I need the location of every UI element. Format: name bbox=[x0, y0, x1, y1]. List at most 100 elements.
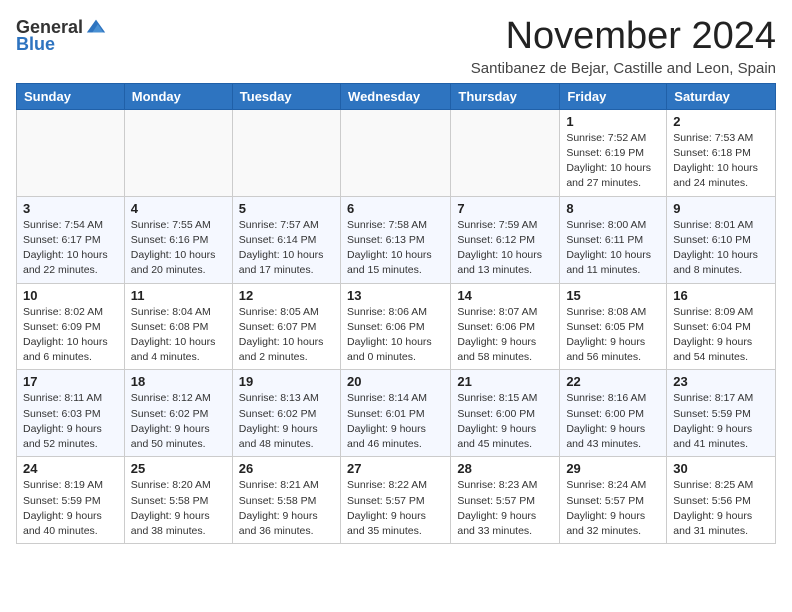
calendar-week-5: 24Sunrise: 8:19 AM Sunset: 5:59 PM Dayli… bbox=[17, 457, 776, 544]
calendar-day-cell: 27Sunrise: 8:22 AM Sunset: 5:57 PM Dayli… bbox=[341, 457, 451, 544]
day-info: Sunrise: 8:08 AM Sunset: 6:05 PM Dayligh… bbox=[566, 305, 660, 366]
day-number: 1 bbox=[566, 114, 660, 129]
title-area: November 2024 Santibanez de Bejar, Casti… bbox=[471, 16, 776, 77]
calendar-day-cell: 7Sunrise: 7:59 AM Sunset: 6:12 PM Daylig… bbox=[451, 196, 560, 283]
day-info: Sunrise: 7:57 AM Sunset: 6:14 PM Dayligh… bbox=[239, 218, 334, 279]
calendar-day-cell: 13 Sunrise: 8:06 AM Sunset: 6:06 PM Dayli… bbox=[341, 283, 451, 370]
weekday-header-wednesday: Wednesday bbox=[341, 83, 451, 109]
day-number: 10 bbox=[23, 288, 118, 303]
weekday-header-tuesday: Tuesday bbox=[232, 83, 340, 109]
weekday-header-saturday: Saturday bbox=[667, 83, 776, 109]
day-info: Sunrise: 8:25 AM Sunset: 5:56 PM Dayligh… bbox=[673, 478, 769, 539]
day-number: 17 bbox=[23, 374, 118, 389]
logo-icon bbox=[85, 16, 107, 38]
calendar-day-cell: 6 Sunrise: 7:58 AM Sunset: 6:13 PM Daylig… bbox=[341, 196, 451, 283]
day-number: 13 bbox=[347, 288, 444, 303]
calendar-day-cell: 23 Sunrise: 8:17 AM Sunset: 5:59 PM Dayli… bbox=[667, 370, 776, 457]
calendar-week-4: 17 Sunrise: 8:11 AM Sunset: 6:03 PM Dayli… bbox=[17, 370, 776, 457]
calendar-header-row: SundayMondayTuesdayWednesdayThursdayFrid… bbox=[17, 83, 776, 109]
calendar-day-cell bbox=[451, 109, 560, 196]
day-number: 30 bbox=[673, 461, 769, 476]
calendar-table: SundayMondayTuesdayWednesdayThursdayFrid… bbox=[16, 83, 776, 544]
calendar-day-cell: 29 Sunrise: 8:24 AM Sunset: 5:57 PM Dayli… bbox=[560, 457, 667, 544]
calendar-day-cell: 11 Sunrise: 8:04 AM Sunset: 6:08 PM Dayli… bbox=[124, 283, 232, 370]
calendar-day-cell: 1Sunrise: 7:52 AM Sunset: 6:19 PM Daylig… bbox=[560, 109, 667, 196]
calendar-day-cell: 24Sunrise: 8:19 AM Sunset: 5:59 PM Dayli… bbox=[17, 457, 125, 544]
calendar-day-cell: 22 Sunrise: 8:16 AM Sunset: 6:00 PM Dayli… bbox=[560, 370, 667, 457]
day-number: 22 bbox=[566, 374, 660, 389]
calendar-day-cell: 25 Sunrise: 8:20 AM Sunset: 5:58 PM Dayli… bbox=[124, 457, 232, 544]
day-info: Sunrise: 8:01 AM Sunset: 6:10 PM Dayligh… bbox=[673, 218, 769, 279]
day-info: Sunrise: 8:21 AM Sunset: 5:58 PM Dayligh… bbox=[239, 478, 334, 539]
calendar-day-cell: 3Sunrise: 7:54 AM Sunset: 6:17 PM Daylig… bbox=[17, 196, 125, 283]
calendar-day-cell: 26 Sunrise: 8:21 AM Sunset: 5:58 PM Dayli… bbox=[232, 457, 340, 544]
month-title: November 2024 bbox=[471, 16, 776, 58]
calendar-day-cell: 14 Sunrise: 8:07 AM Sunset: 6:06 PM Dayli… bbox=[451, 283, 560, 370]
calendar-day-cell: 28Sunrise: 8:23 AM Sunset: 5:57 PM Dayli… bbox=[451, 457, 560, 544]
day-number: 5 bbox=[239, 201, 334, 216]
day-info: Sunrise: 7:53 AM Sunset: 6:18 PM Dayligh… bbox=[673, 131, 769, 192]
calendar-day-cell: 17 Sunrise: 8:11 AM Sunset: 6:03 PM Dayli… bbox=[17, 370, 125, 457]
calendar-day-cell: 19Sunrise: 8:13 AM Sunset: 6:02 PM Dayli… bbox=[232, 370, 340, 457]
day-number: 23 bbox=[673, 374, 769, 389]
calendar-week-3: 10 Sunrise: 8:02 AM Sunset: 6:09 PM Dayli… bbox=[17, 283, 776, 370]
calendar-day-cell: 30 Sunrise: 8:25 AM Sunset: 5:56 PM Dayli… bbox=[667, 457, 776, 544]
day-number: 3 bbox=[23, 201, 118, 216]
calendar-day-cell: 21 Sunrise: 8:15 AM Sunset: 6:00 PM Dayli… bbox=[451, 370, 560, 457]
day-number: 19 bbox=[239, 374, 334, 389]
day-info: Sunrise: 8:02 AM Sunset: 6:09 PM Dayligh… bbox=[23, 305, 118, 366]
day-info: Sunrise: 8:05 AM Sunset: 6:07 PM Dayligh… bbox=[239, 305, 334, 366]
calendar-day-cell: 16 Sunrise: 8:09 AM Sunset: 6:04 PM Dayli… bbox=[667, 283, 776, 370]
logo: General Blue bbox=[16, 16, 107, 55]
day-info: Sunrise: 8:17 AM Sunset: 5:59 PM Dayligh… bbox=[673, 391, 769, 452]
calendar-day-cell: 12 Sunrise: 8:05 AM Sunset: 6:07 PM Dayli… bbox=[232, 283, 340, 370]
day-number: 11 bbox=[131, 288, 226, 303]
day-number: 16 bbox=[673, 288, 769, 303]
day-info: Sunrise: 8:24 AM Sunset: 5:57 PM Dayligh… bbox=[566, 478, 660, 539]
weekday-header-sunday: Sunday bbox=[17, 83, 125, 109]
day-info: Sunrise: 8:15 AM Sunset: 6:00 PM Dayligh… bbox=[457, 391, 553, 452]
calendar-day-cell bbox=[341, 109, 451, 196]
day-number: 6 bbox=[347, 201, 444, 216]
calendar-day-cell bbox=[232, 109, 340, 196]
day-info: Sunrise: 8:11 AM Sunset: 6:03 PM Dayligh… bbox=[23, 391, 118, 452]
day-number: 20 bbox=[347, 374, 444, 389]
day-info: Sunrise: 7:59 AM Sunset: 6:12 PM Dayligh… bbox=[457, 218, 553, 279]
location-subtitle: Santibanez de Bejar, Castille and Leon, … bbox=[471, 60, 776, 77]
weekday-header-monday: Monday bbox=[124, 83, 232, 109]
day-number: 8 bbox=[566, 201, 660, 216]
calendar-day-cell: 15 Sunrise: 8:08 AM Sunset: 6:05 PM Dayli… bbox=[560, 283, 667, 370]
day-number: 28 bbox=[457, 461, 553, 476]
calendar-day-cell: 5 Sunrise: 7:57 AM Sunset: 6:14 PM Daylig… bbox=[232, 196, 340, 283]
day-info: Sunrise: 8:07 AM Sunset: 6:06 PM Dayligh… bbox=[457, 305, 553, 366]
weekday-header-thursday: Thursday bbox=[451, 83, 560, 109]
day-info: Sunrise: 7:58 AM Sunset: 6:13 PM Dayligh… bbox=[347, 218, 444, 279]
day-number: 2 bbox=[673, 114, 769, 129]
day-info: Sunrise: 8:12 AM Sunset: 6:02 PM Dayligh… bbox=[131, 391, 226, 452]
day-number: 4 bbox=[131, 201, 226, 216]
weekday-header-friday: Friday bbox=[560, 83, 667, 109]
day-number: 18 bbox=[131, 374, 226, 389]
day-number: 24 bbox=[23, 461, 118, 476]
day-info: Sunrise: 8:09 AM Sunset: 6:04 PM Dayligh… bbox=[673, 305, 769, 366]
day-number: 25 bbox=[131, 461, 226, 476]
day-info: Sunrise: 8:22 AM Sunset: 5:57 PM Dayligh… bbox=[347, 478, 444, 539]
calendar-day-cell: 4Sunrise: 7:55 AM Sunset: 6:16 PM Daylig… bbox=[124, 196, 232, 283]
day-number: 29 bbox=[566, 461, 660, 476]
day-info: Sunrise: 8:20 AM Sunset: 5:58 PM Dayligh… bbox=[131, 478, 226, 539]
calendar-week-1: 1Sunrise: 7:52 AM Sunset: 6:19 PM Daylig… bbox=[17, 109, 776, 196]
day-number: 9 bbox=[673, 201, 769, 216]
day-number: 15 bbox=[566, 288, 660, 303]
calendar-day-cell: 8Sunrise: 8:00 AM Sunset: 6:11 PM Daylig… bbox=[560, 196, 667, 283]
day-number: 14 bbox=[457, 288, 553, 303]
day-info: Sunrise: 8:04 AM Sunset: 6:08 PM Dayligh… bbox=[131, 305, 226, 366]
calendar-day-cell bbox=[124, 109, 232, 196]
header: General Blue November 2024 Santibanez de… bbox=[16, 16, 776, 77]
day-info: Sunrise: 8:06 AM Sunset: 6:06 PM Dayligh… bbox=[347, 305, 444, 366]
day-number: 26 bbox=[239, 461, 334, 476]
day-number: 12 bbox=[239, 288, 334, 303]
day-number: 21 bbox=[457, 374, 553, 389]
calendar-day-cell bbox=[17, 109, 125, 196]
day-info: Sunrise: 8:16 AM Sunset: 6:00 PM Dayligh… bbox=[566, 391, 660, 452]
calendar-day-cell: 2 Sunrise: 7:53 AM Sunset: 6:18 PM Daylig… bbox=[667, 109, 776, 196]
